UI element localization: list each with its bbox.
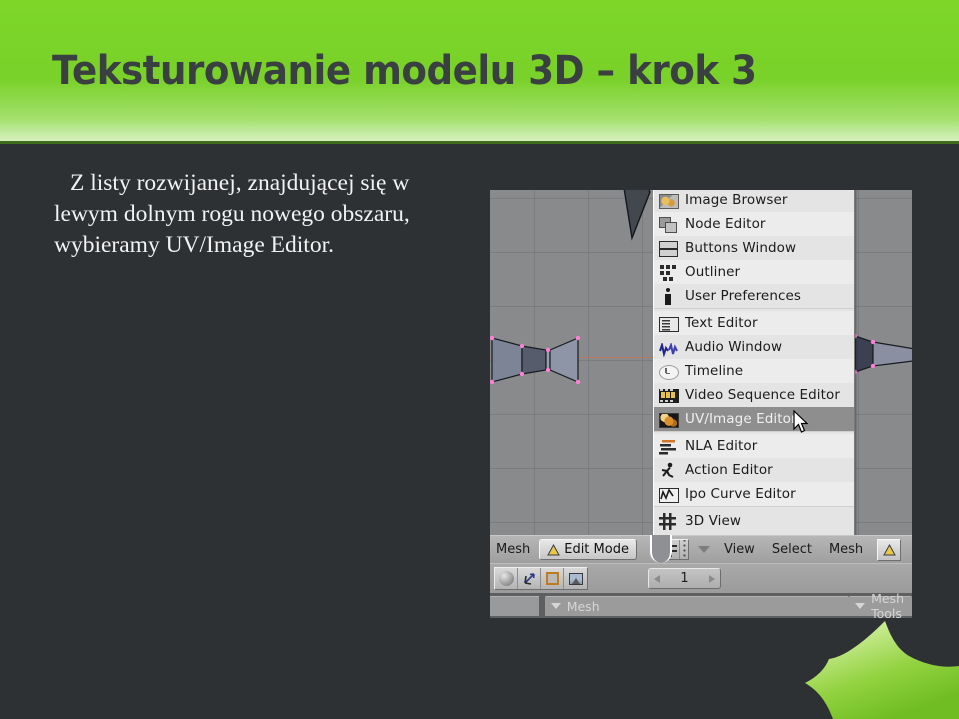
- audio-window-icon: [659, 340, 679, 358]
- mesh-object-left: [490, 335, 581, 385]
- header-divider-rule: [0, 141, 959, 144]
- blender-screenshot: Image Browser Node Editor Buttons Window…: [490, 190, 912, 618]
- bounding-box-button[interactable]: [541, 568, 564, 589]
- frame-value: 1: [680, 571, 689, 586]
- chevron-down-icon[interactable]: [697, 546, 710, 553]
- 3d-view-icon: [659, 513, 679, 530]
- menu-item-ipo-curve-editor[interactable]: Ipo Curve Editor: [654, 482, 854, 506]
- menu-item-buttons-window[interactable]: Buttons Window: [654, 236, 854, 260]
- chevron-right-icon[interactable]: [709, 574, 715, 583]
- page-title: Teksturowanie modelu 3D – krok 3: [52, 48, 757, 94]
- edit-mode-triangle-icon: [547, 543, 561, 555]
- outliner-icon: [659, 264, 679, 281]
- texture-image-icon: [568, 572, 583, 585]
- user-preferences-icon: [659, 288, 679, 305]
- video-sequence-editor-icon: [659, 389, 679, 403]
- text-editor-icon: [659, 316, 679, 332]
- collapse-triangle-icon: [550, 603, 561, 609]
- menu-item-action-editor[interactable]: Action Editor: [654, 458, 854, 482]
- menu-item-outliner[interactable]: Outliner: [654, 260, 854, 284]
- panel-tab-label: Mesh Tools: [871, 591, 904, 618]
- blender-tool-row: 1: [490, 563, 912, 593]
- frame-stepper[interactable]: 1: [648, 568, 721, 589]
- edit-mode-triangle-icon: [882, 543, 896, 555]
- editor-type-dropdown-menu[interactable]: Image Browser Node Editor Buttons Window…: [653, 190, 855, 536]
- menu-item-video-sequence-editor[interactable]: Video Sequence Editor: [654, 383, 854, 407]
- blender-3d-viewport[interactable]: Image Browser Node Editor Buttons Window…: [490, 190, 912, 536]
- star-decoration-icon: [805, 621, 959, 719]
- header-mesh-menu[interactable]: Mesh: [496, 542, 530, 557]
- panel-spacer: [490, 595, 539, 616]
- header-mesh-menu-2[interactable]: Mesh: [829, 542, 863, 557]
- blender-editor-header-row: Mesh Edit Mode View Select Mesh: [490, 535, 912, 563]
- ipo-curve-editor-icon: [659, 487, 679, 503]
- menu-item-text-editor[interactable]: Text Editor: [654, 311, 854, 335]
- node-editor-icon: [659, 216, 679, 233]
- area-splitter-handle[interactable]: [650, 535, 672, 563]
- nla-editor-icon: [659, 439, 679, 455]
- mode-select-button[interactable]: Edit Mode: [539, 539, 637, 560]
- bounding-box-icon: [545, 572, 559, 585]
- shading-sphere-icon: [498, 571, 514, 586]
- menu-item-image-browser[interactable]: Image Browser: [654, 190, 854, 212]
- buttons-window-icon: [659, 240, 679, 257]
- panel-tab-mesh-tools[interactable]: Mesh Tools: [849, 591, 912, 618]
- image-browser-icon: [659, 193, 679, 209]
- menu-item-timeline[interactable]: Timeline: [654, 359, 854, 383]
- menu-item-3d-view[interactable]: 3D View: [654, 509, 854, 533]
- mesh-object-wedge: [623, 190, 651, 241]
- transform-axis-icon: [523, 573, 535, 585]
- panel-tab-label: Mesh: [566, 598, 600, 614]
- collapse-triangle-icon: [855, 603, 866, 609]
- menu-item-user-preferences[interactable]: User Preferences: [654, 284, 854, 308]
- menu-item-audio-window[interactable]: Audio Window: [654, 335, 854, 359]
- mode-select-label: Edit Mode: [564, 542, 629, 557]
- transform-axis-button[interactable]: [518, 568, 541, 589]
- header-view-menu[interactable]: View: [724, 542, 755, 557]
- timeline-icon: [659, 364, 679, 380]
- uv-image-editor-icon: [659, 412, 679, 428]
- mode-triangle-button[interactable]: [877, 538, 902, 561]
- panel-tab-mesh[interactable]: Mesh: [544, 595, 850, 616]
- menu-item-uv-image-editor[interactable]: UV/Image Editor: [654, 407, 854, 431]
- action-editor-icon: [659, 462, 679, 479]
- menu-item-nla-editor[interactable]: NLA Editor: [654, 434, 854, 458]
- shading-sphere-button[interactable]: [495, 568, 518, 589]
- slide-body-text: Z listy rozwijanej, znajdującej się w le…: [54, 170, 410, 258]
- header-select-menu[interactable]: Select: [772, 542, 812, 557]
- grip-dots-icon: [678, 540, 688, 559]
- blender-panel-tab-row: Mesh Mesh Tools: [490, 591, 912, 618]
- texture-image-button[interactable]: [564, 568, 587, 589]
- chevron-left-icon[interactable]: [654, 574, 660, 583]
- draw-type-button-group[interactable]: [494, 567, 588, 590]
- menu-item-node-editor[interactable]: Node Editor: [654, 212, 854, 236]
